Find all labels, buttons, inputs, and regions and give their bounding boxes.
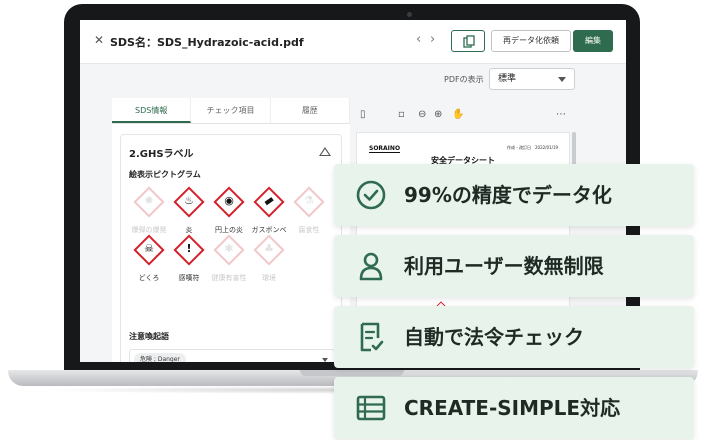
pictogram-label: 環境 xyxy=(262,274,276,282)
document-title: SDS名：SDS_Hydrazoic-acid.pdf xyxy=(110,36,304,49)
laptop-notch xyxy=(300,370,404,376)
signal-word-heading: 注意喚起語 xyxy=(129,332,169,341)
pdf-view-label: PDFの表示 xyxy=(444,75,484,84)
exploding-bomb-icon[interactable]: ✸ 爆弾の爆発 xyxy=(127,186,171,234)
exclamation-mark-icon[interactable]: ! 感嘆符 xyxy=(167,234,211,282)
feature-card-accuracy: 99%の精度でデータ化 xyxy=(334,164,694,226)
gas-cylinder-icon[interactable]: ▬ ガスボンベ xyxy=(247,186,291,234)
pictogram-label: 腐食性 xyxy=(298,226,320,234)
tab-history[interactable]: 履歴 xyxy=(271,98,350,123)
zoom-out-icon[interactable]: ⊖ xyxy=(418,108,426,122)
table-list-icon xyxy=(356,395,386,421)
chevron-left-icon[interactable]: ‹ xyxy=(416,33,421,47)
collapse-icon[interactable] xyxy=(319,147,331,156)
feature-text: 自動で法令チェック xyxy=(404,325,584,349)
flame-icon[interactable]: ♨ 炎 xyxy=(167,186,211,234)
reconvert-request-button[interactable]: 再データ化依頼 xyxy=(491,30,571,52)
pdf-view-select[interactable]: 標準 xyxy=(489,68,575,90)
pdf-logo: SORAINO xyxy=(369,145,401,153)
pdf-meta: 作成・改訂日 2022/01/19 xyxy=(507,145,559,150)
user-icon xyxy=(359,252,383,281)
environment-icon[interactable]: ♣ 環境 xyxy=(247,234,291,282)
chevron-down-icon xyxy=(558,77,566,82)
ghs-label-card: 2.GHSラベル 絵表示ピクトグラム ✸ 爆弾の爆発 ♨ 炎 ◉ 円上の炎 ▬ xyxy=(120,134,342,362)
page-icon[interactable]: ▫ xyxy=(398,108,405,122)
feature-card-create-simple: CREATE-SIMPLE対応 xyxy=(334,377,694,439)
section-title: 2.GHSラベル xyxy=(129,149,194,160)
pdf-toolbar: ▯ ▫ ⊖ ⊕ ✋ ⋯ xyxy=(356,108,580,124)
flame-over-circle-icon[interactable]: ◉ 円上の炎 xyxy=(207,186,251,234)
feature-text: 利用ユーザー数無制限 xyxy=(404,254,604,278)
tab-bar: SDS情報 チェック項目 履歴 xyxy=(112,98,350,124)
copy-button[interactable] xyxy=(451,30,485,52)
tab-sds-info[interactable]: SDS情報 xyxy=(112,98,192,123)
copy-icon xyxy=(463,35,475,48)
hand-tool-icon[interactable]: ✋ xyxy=(452,108,464,122)
zoom-in-icon[interactable]: ⊕ xyxy=(434,108,442,122)
pictogram-heading: 絵表示ピクトグラム xyxy=(129,170,201,179)
feature-card-law-check: 自動で法令チェック xyxy=(334,306,694,368)
signal-word-select[interactable]: 危険 ; Danger xyxy=(129,349,335,362)
feature-text: CREATE-SIMPLE対応 xyxy=(404,396,621,420)
check-circle-icon xyxy=(356,180,386,210)
sidebar-toggle-icon[interactable]: ▯ xyxy=(360,108,366,122)
pdf-view-selected: 標準 xyxy=(498,74,517,84)
feature-text: 99%の精度でデータ化 xyxy=(404,183,612,207)
signal-word-chip: 危険 ; Danger xyxy=(134,353,186,362)
camera xyxy=(407,12,412,17)
close-icon[interactable]: ✕ xyxy=(94,34,106,46)
sds-info-panel: SDS情報 チェック項目 履歴 2.GHSラベル 絵表示ピクトグラム ✸ 爆弾の… xyxy=(112,98,350,362)
chevron-right-icon[interactable]: › xyxy=(430,33,435,47)
top-bar: ✕ SDS名：SDS_Hydrazoic-acid.pdf ‹ › 再データ化依… xyxy=(80,20,626,64)
chevron-down-icon xyxy=(322,358,328,362)
document-check-icon xyxy=(360,322,384,352)
feature-card-users: 利用ユーザー数無制限 xyxy=(334,235,694,297)
health-hazard-icon[interactable]: ✱ 健康有害性 xyxy=(207,234,251,282)
corrosion-icon[interactable]: ⚗ 腐食性 xyxy=(287,186,331,234)
skull-crossbones-icon[interactable]: ☠ どくろ xyxy=(127,234,171,282)
more-options-icon[interactable]: ⋯ xyxy=(556,108,566,122)
tab-check-items[interactable]: チェック項目 xyxy=(191,98,271,123)
edit-button[interactable]: 編集 xyxy=(573,30,613,52)
